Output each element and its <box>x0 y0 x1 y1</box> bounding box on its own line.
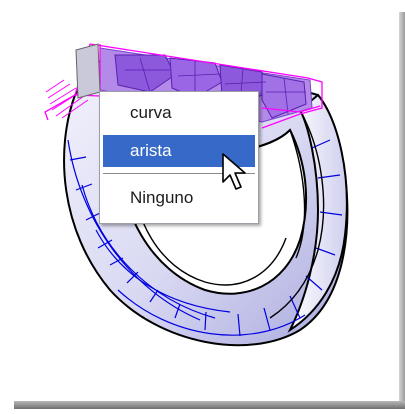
frame-shadow-bottom <box>14 401 405 409</box>
arrow-cursor-icon <box>222 153 246 190</box>
screenshot-frame: curva arista Ninguno <box>0 0 405 409</box>
end-block <box>75 43 101 99</box>
menu-item-curva[interactable]: curva <box>103 97 255 129</box>
frame-shadow-right <box>399 12 405 409</box>
